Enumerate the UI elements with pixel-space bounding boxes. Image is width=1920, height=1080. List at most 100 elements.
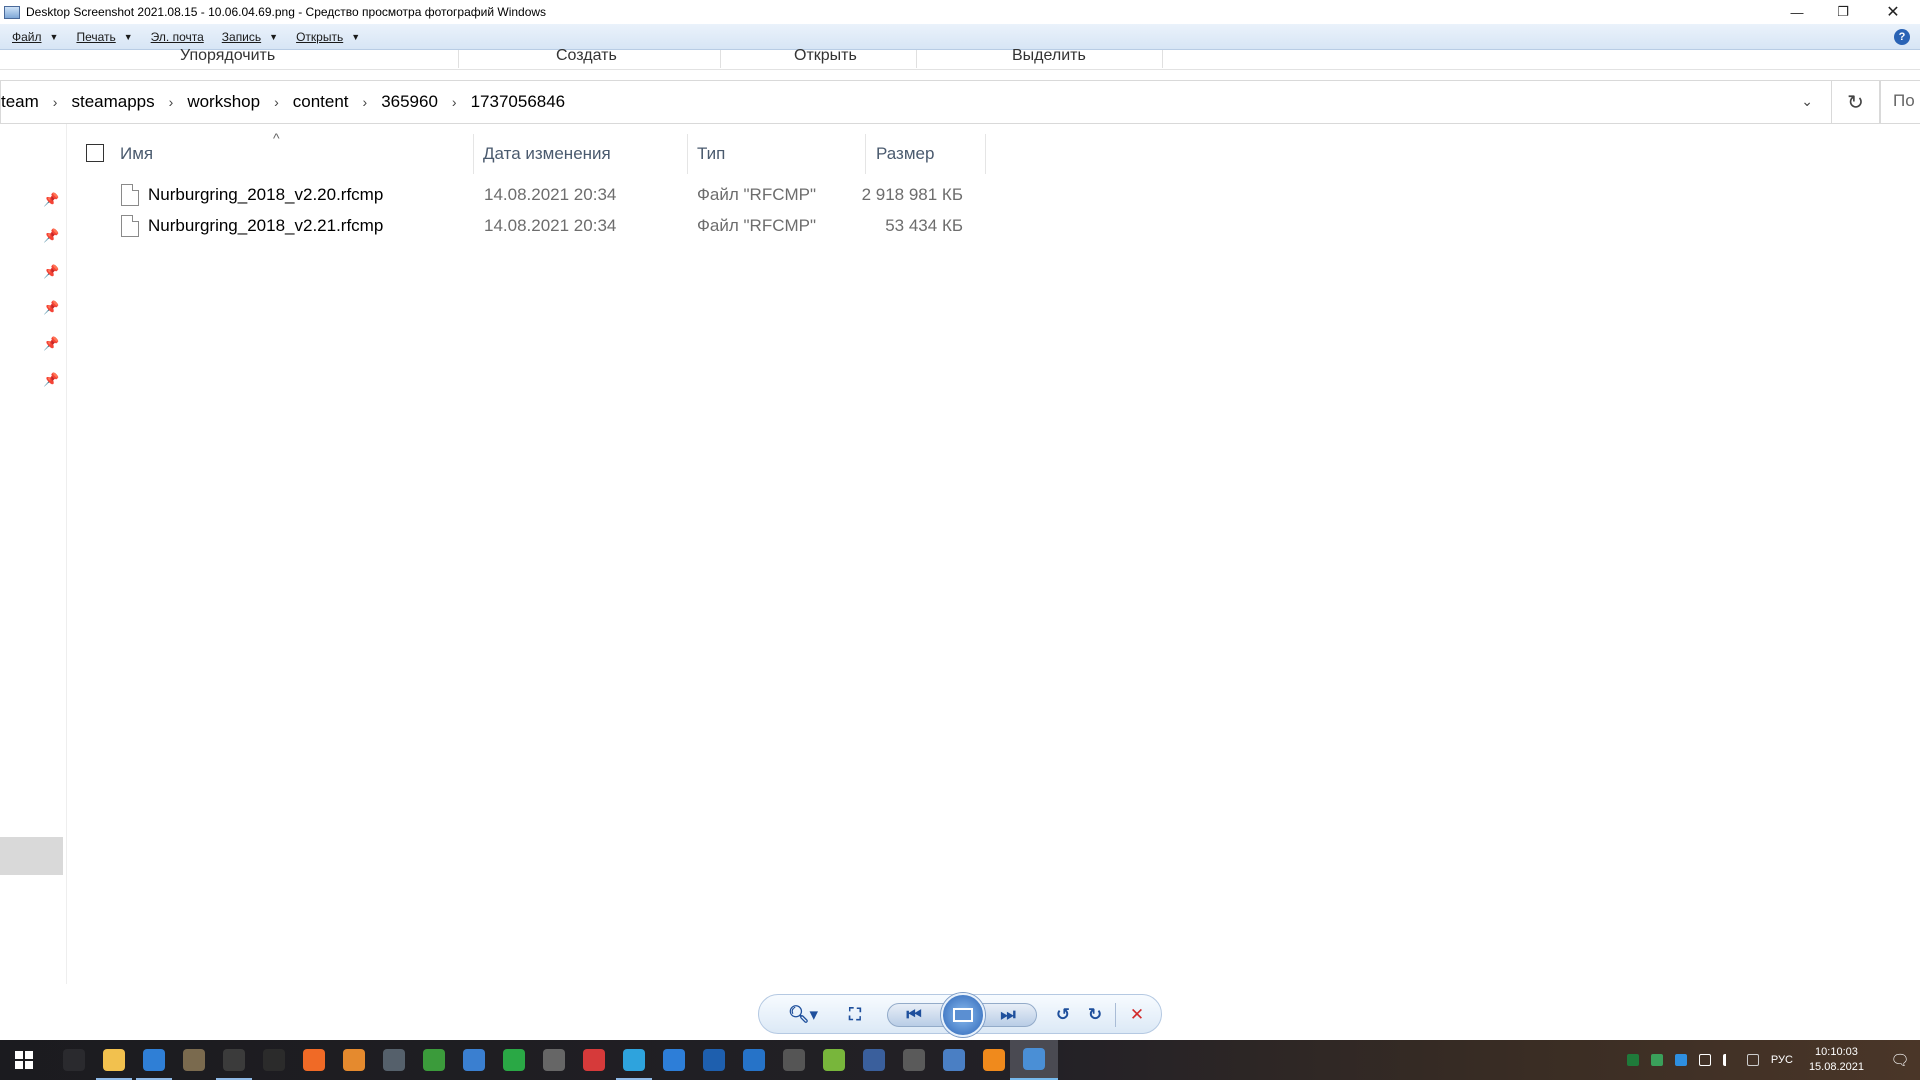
menu-print[interactable]: Печать ▼ — [76, 30, 132, 44]
menu-email[interactable]: Эл. почта — [151, 30, 204, 44]
file-row[interactable]: Nurburgring_2018_v2.20.rfcmp 14.08.2021 … — [67, 182, 987, 212]
navigation-pane: 📌 📌 📌 📌 📌 📌 — [0, 124, 67, 984]
bg-app-icon — [703, 1049, 725, 1071]
select-all-checkbox[interactable] — [86, 144, 104, 162]
network-icon[interactable] — [1698, 1054, 1711, 1066]
file-icon — [121, 215, 139, 237]
breadcrumb-item[interactable]: 365960 — [381, 92, 438, 112]
minimize-button[interactable]: — — [1774, 0, 1820, 24]
language-indicator[interactable]: РУС — [1771, 1054, 1793, 1066]
menu-burn-label: Запись — [221, 29, 262, 44]
column-header-name[interactable]: Имя — [120, 144, 153, 164]
chevron-right-icon[interactable]: › — [53, 94, 58, 110]
tray-app-icon[interactable] — [1650, 1054, 1663, 1066]
file-explorer-icon — [103, 1049, 125, 1071]
photo-viewer-window: { "window": { "title": "Desktop Screensh… — [0, 0, 1920, 1080]
chevron-down-icon: ▼ — [269, 31, 279, 42]
menu-file-label: Файл — [12, 29, 42, 44]
pen-app-icon — [783, 1049, 805, 1071]
pin-icon[interactable]: 📌 — [43, 336, 59, 351]
menu-email-label: Эл. почта — [150, 29, 204, 44]
chevron-down-icon: ▼ — [351, 31, 361, 42]
chevron-right-icon[interactable]: › — [363, 94, 368, 110]
gamepad-blue-icon — [743, 1049, 765, 1071]
notification-center-icon[interactable]: 🗨 — [1880, 1040, 1920, 1080]
car-app-icon — [863, 1049, 885, 1071]
app-grid-icon — [463, 1049, 485, 1071]
breadcrumb-item[interactable]: team — [1, 92, 39, 112]
file-type: Файл "RFCMP" — [697, 185, 817, 204]
chevron-right-icon[interactable]: › — [452, 94, 457, 110]
bluetooth-icon[interactable] — [1674, 1054, 1687, 1066]
xbox-icon — [423, 1049, 445, 1071]
close-button[interactable]: ✕ — [1866, 0, 1920, 24]
chevron-right-icon[interactable]: › — [169, 94, 174, 110]
address-bar[interactable]: team › steamapps › workshop › content › … — [0, 80, 1880, 124]
clock-date: 15.08.2021 — [1808, 1061, 1864, 1073]
pin-icon[interactable]: 📌 — [43, 228, 59, 243]
pin-icon[interactable]: 📌 — [43, 192, 59, 207]
breadcrumb-item[interactable]: steamapps — [71, 92, 154, 112]
fps-monitor-icon — [503, 1049, 525, 1071]
breadcrumb-item[interactable]: workshop — [187, 92, 260, 112]
rotate-right-icon[interactable]: ↻ — [1083, 1004, 1107, 1026]
viewer-control-bar: 🔍︎▾ ⛶ ⏮ ⏭ ↺ ↻ ✕ — [758, 993, 1162, 1037]
menu-bar: Файл ▼ Печать ▼ Эл. почта Запись ▼ Откры… — [0, 24, 1920, 50]
file-row[interactable]: Nurburgring_2018_v2.21.rfcmp 14.08.2021 … — [67, 213, 987, 243]
column-divider[interactable] — [473, 134, 474, 174]
telegram-icon — [623, 1049, 645, 1071]
column-divider[interactable] — [687, 134, 688, 174]
task-view-icon — [63, 1049, 85, 1071]
rotate-left-icon[interactable]: ↺ — [1051, 1004, 1075, 1026]
nvidia-tray-icon[interactable] — [1626, 1054, 1639, 1066]
next-icon[interactable]: ⏭ — [993, 1004, 1023, 1026]
chevron-right-icon[interactable]: › — [274, 94, 279, 110]
pin-icon[interactable]: 📌 — [43, 372, 59, 387]
column-divider[interactable] — [985, 134, 986, 174]
delete-icon[interactable]: ✕ — [1125, 1004, 1149, 1026]
column-divider[interactable] — [865, 134, 866, 174]
pin-icon[interactable]: 📌 — [43, 264, 59, 279]
refresh-icon[interactable]: ↻ — [1831, 81, 1879, 123]
origin-icon — [303, 1049, 325, 1071]
menu-burn[interactable]: Запись ▼ — [222, 30, 278, 44]
volume-icon[interactable] — [1722, 1054, 1735, 1066]
file-type: Файл "RFCMP" — [697, 216, 817, 235]
system-tray: РУС 10:10:03 15.08.2021 🗨 — [1621, 1040, 1920, 1080]
feather-orange-icon — [343, 1049, 365, 1071]
zoom-icon[interactable]: 🔍︎▾ — [785, 1004, 821, 1026]
clock[interactable]: 10:10:03 15.08.2021 — [1809, 1045, 1864, 1075]
window-title: Desktop Screenshot 2021.08.15 - 10.06.04… — [26, 5, 547, 19]
ribbon-group-open: Открыть — [794, 47, 857, 64]
nav-selected-item[interactable] — [0, 837, 63, 875]
lightning-app-icon — [663, 1049, 685, 1071]
menu-open[interactable]: Открыть ▼ — [296, 30, 360, 44]
file-date: 14.08.2021 20:34 — [484, 185, 617, 204]
control-divider — [1115, 1003, 1116, 1027]
aida64-icon — [583, 1049, 605, 1071]
previous-icon[interactable]: ⏮ — [899, 1004, 929, 1026]
taskbar-app-button[interactable] — [1010, 1040, 1058, 1080]
column-header-date[interactable]: Дата изменения — [483, 144, 611, 164]
search-input[interactable]: По — [1880, 80, 1920, 124]
ribbon-divider — [916, 50, 917, 68]
start-button[interactable] — [0, 1040, 48, 1080]
ribbon-divider — [720, 50, 721, 68]
breadcrumb-item[interactable]: content — [293, 92, 349, 112]
menu-file[interactable]: Файл ▼ — [12, 30, 58, 44]
address-history-dropdown-icon[interactable]: ⌄ — [1801, 93, 1813, 110]
file-size: 2 918 981 КБ — [861, 185, 963, 204]
ribbon-group-labels: Упорядочить Создать Открыть Выделить — [0, 47, 1920, 70]
column-header-type[interactable]: Тип — [697, 144, 725, 164]
column-headers: ^ Имя Дата изменения Тип Размер — [67, 130, 987, 176]
actual-size-icon[interactable]: ⛶ — [843, 1004, 867, 1026]
breadcrumb-item[interactable]: 1737056846 — [471, 92, 566, 112]
taskbar: РУС 10:10:03 15.08.2021 🗨 — [0, 1040, 1920, 1080]
column-header-size[interactable]: Размер — [876, 144, 934, 164]
pin-icon[interactable]: 📌 — [43, 300, 59, 315]
help-icon[interactable]: ? — [1894, 29, 1910, 45]
keyboard-icon[interactable] — [1746, 1054, 1759, 1066]
restore-button[interactable]: ❐ — [1820, 0, 1866, 24]
slideshow-button[interactable] — [941, 993, 985, 1037]
qbittorrent-icon — [943, 1049, 965, 1071]
